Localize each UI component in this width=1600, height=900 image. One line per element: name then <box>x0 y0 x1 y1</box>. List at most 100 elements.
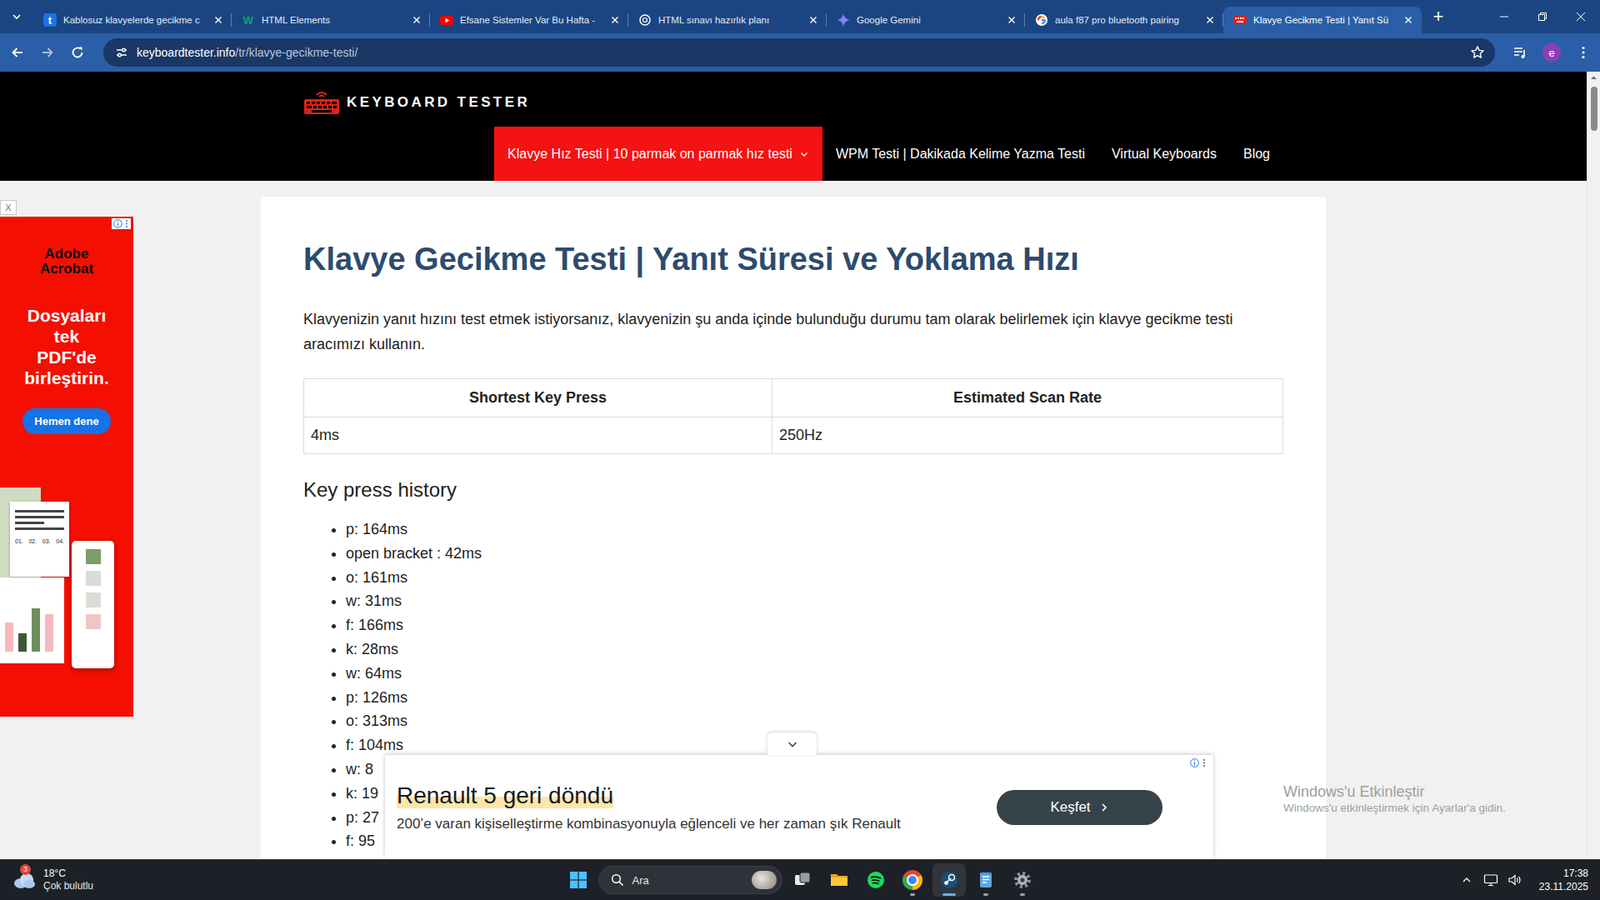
reload-button[interactable] <box>63 38 92 67</box>
close-window-button[interactable] <box>1561 0 1600 34</box>
weather-widget[interactable]: 3 18°C Çok bulutlu <box>11 867 94 893</box>
window-controls <box>1485 0 1600 34</box>
nav-item[interactable]: WPM Testi | Dakikada Kelime Yazma Testi <box>822 126 1099 181</box>
chevron-down-icon <box>799 149 810 160</box>
taskbar-app[interactable] <box>969 863 1003 897</box>
media-control-button[interactable] <box>1505 38 1535 67</box>
new-tab-button[interactable]: + <box>1421 0 1455 34</box>
browser-tab[interactable]: HTML sınavı hazırlık planı <box>628 6 827 34</box>
ad-cta-button[interactable]: Keşfet <box>996 790 1163 825</box>
ad-chart-picture <box>0 577 65 664</box>
chatgpt-favicon-icon <box>638 13 652 27</box>
nav-item[interactable]: Blog <box>1230 126 1284 181</box>
restore-button[interactable] <box>1523 0 1562 34</box>
ad-close-button[interactable]: X <box>0 200 17 215</box>
browser-tab[interactable]: Efsane Sistemler Var Bu Hafta - <box>430 6 629 34</box>
site-info-icon[interactable] <box>115 45 129 60</box>
tray-overflow-button[interactable] <box>1455 863 1480 897</box>
tab-search-button[interactable] <box>0 0 34 34</box>
table-header-cell: Estimated Scan Rate <box>772 379 1284 418</box>
nav-item[interactable]: Virtual Keyboards <box>1098 126 1230 181</box>
minimize-button[interactable] <box>1485 0 1524 34</box>
tab-label: Kablosuz klavyelerde gecikme c <box>63 15 205 25</box>
close-icon[interactable] <box>806 13 820 27</box>
browser-tab[interactable]: Google Gemini <box>826 6 1025 34</box>
bookmark-star-icon[interactable] <box>1470 45 1485 60</box>
site-nav: Klavye Hız Testi | 10 parmak on parmak h… <box>303 126 1284 181</box>
close-icon[interactable] <box>211 13 225 27</box>
clock[interactable]: 17:38 23.11.2025 <box>1527 866 1592 894</box>
taskbar-app[interactable] <box>932 863 966 897</box>
nav-item[interactable]: Klavye Hız Testi | 10 parmak on parmak h… <box>494 126 823 181</box>
history-item: o: 313ms <box>345 709 1284 734</box>
network-button[interactable] <box>1479 863 1504 897</box>
history-item: open bracket : 42ms <box>345 541 1284 566</box>
taskbar-search[interactable]: Ara <box>598 865 783 895</box>
url-text: keyboardtester.info/tr/klavye-gecikme-te… <box>136 45 358 60</box>
close-icon[interactable] <box>1203 13 1217 27</box>
scroll-up-arrow-icon[interactable] <box>1587 71 1600 85</box>
notification-badge: 3 <box>20 864 31 875</box>
close-icon[interactable] <box>410 13 424 27</box>
back-arrow-icon <box>10 45 25 60</box>
table-cell: 4ms <box>304 417 773 455</box>
activation-watermark: Windows'u Etkinleştir Windows'u etkinleş… <box>1283 782 1506 816</box>
back-button[interactable] <box>3 38 32 67</box>
close-icon[interactable] <box>1005 13 1019 27</box>
tab-label: Klavye Gecikme Testi | Yanıt Sü <box>1253 15 1395 25</box>
page-viewport: KEYBOARD TESTER Klavye Hız Testi | 10 pa… <box>0 71 1600 860</box>
browser-menu-button[interactable] <box>1568 38 1599 67</box>
screen: t Kablosuz klavyelerde gecikme c W HTML … <box>0 0 1600 900</box>
table-cell: 250Hz <box>772 417 1284 455</box>
browser-tab[interactable]: aula f87 pro bluetooth pairing <box>1025 6 1224 34</box>
history-item: w: 64ms <box>345 661 1284 686</box>
taskbar-app[interactable] <box>895 863 930 897</box>
close-icon <box>1575 11 1586 22</box>
scrollbar-thumb[interactable] <box>1590 86 1598 131</box>
forward-arrow-icon <box>40 45 55 60</box>
browser-tab[interactable]: t Kablosuz klavyelerde gecikme c <box>33 6 232 34</box>
ad-badges <box>111 218 131 230</box>
stats-table: Shortest Key PressEstimated Scan Rate4ms… <box>303 378 1284 455</box>
browser-tab[interactable]: Klavye Gecikme Testi | Yanıt Sü <box>1223 6 1422 34</box>
ad-document: 01.02.03.04. <box>10 501 70 577</box>
intro-text: Klavyenizin yanıt hızını test etmek isti… <box>303 306 1284 357</box>
ad-info-icon[interactable] <box>113 219 123 229</box>
taskbar-app[interactable] <box>822 863 856 897</box>
address-bar[interactable]: keyboardtester.info/tr/klavye-gecikme-te… <box>103 38 1495 67</box>
taskbar-app[interactable] <box>785 863 820 897</box>
taskbar-app[interactable] <box>1005 863 1040 897</box>
close-icon[interactable] <box>1401 13 1415 27</box>
start-button[interactable] <box>561 863 595 897</box>
taskbar-app[interactable] <box>859 863 893 897</box>
history-title: Key press history <box>303 477 1284 503</box>
browser-tab[interactable]: W HTML Elements <box>231 6 430 34</box>
network-monitor-icon <box>1483 873 1499 887</box>
chrome-icon <box>902 870 923 890</box>
volume-button[interactable] <box>1503 863 1528 897</box>
w3schools-favicon-icon: W <box>241 13 255 27</box>
ad-headline: DosyalarıtekPDF'debirleştirin. <box>24 305 110 389</box>
history-item: p: 126ms <box>345 685 1284 710</box>
bottom-ad[interactable]: Renault 5 geri döndü 200’e varan kişisel… <box>385 755 1214 860</box>
running-indicator <box>1020 893 1025 896</box>
tab-label: Google Gemini <box>856 15 999 25</box>
close-icon[interactable] <box>608 13 622 27</box>
ad-info-icon[interactable] <box>1190 758 1200 768</box>
search-highlight-picture <box>751 870 777 890</box>
running-indicator <box>942 893 956 896</box>
ad-options-icon[interactable] <box>124 219 130 229</box>
ad-collapse-button[interactable] <box>767 732 817 755</box>
profile-button[interactable]: e <box>1536 38 1567 67</box>
ad-cta-button[interactable]: Hemen dene <box>22 408 110 435</box>
tab-label: HTML Elements <box>261 15 404 25</box>
folder-icon <box>829 870 850 890</box>
history-item: p: 164ms <box>345 517 1284 542</box>
scrollbar[interactable] <box>1586 71 1600 860</box>
search-icon <box>610 873 625 887</box>
site-logo[interactable]: KEYBOARD TESTER <box>303 83 1284 121</box>
ad-options-icon[interactable] <box>1201 758 1207 768</box>
forward-button[interactable] <box>33 38 62 67</box>
spotify-icon <box>865 870 886 890</box>
acrobat-ad[interactable]: AdobeAcrobat DosyalarıtekPDF'debirleştir… <box>0 216 134 717</box>
